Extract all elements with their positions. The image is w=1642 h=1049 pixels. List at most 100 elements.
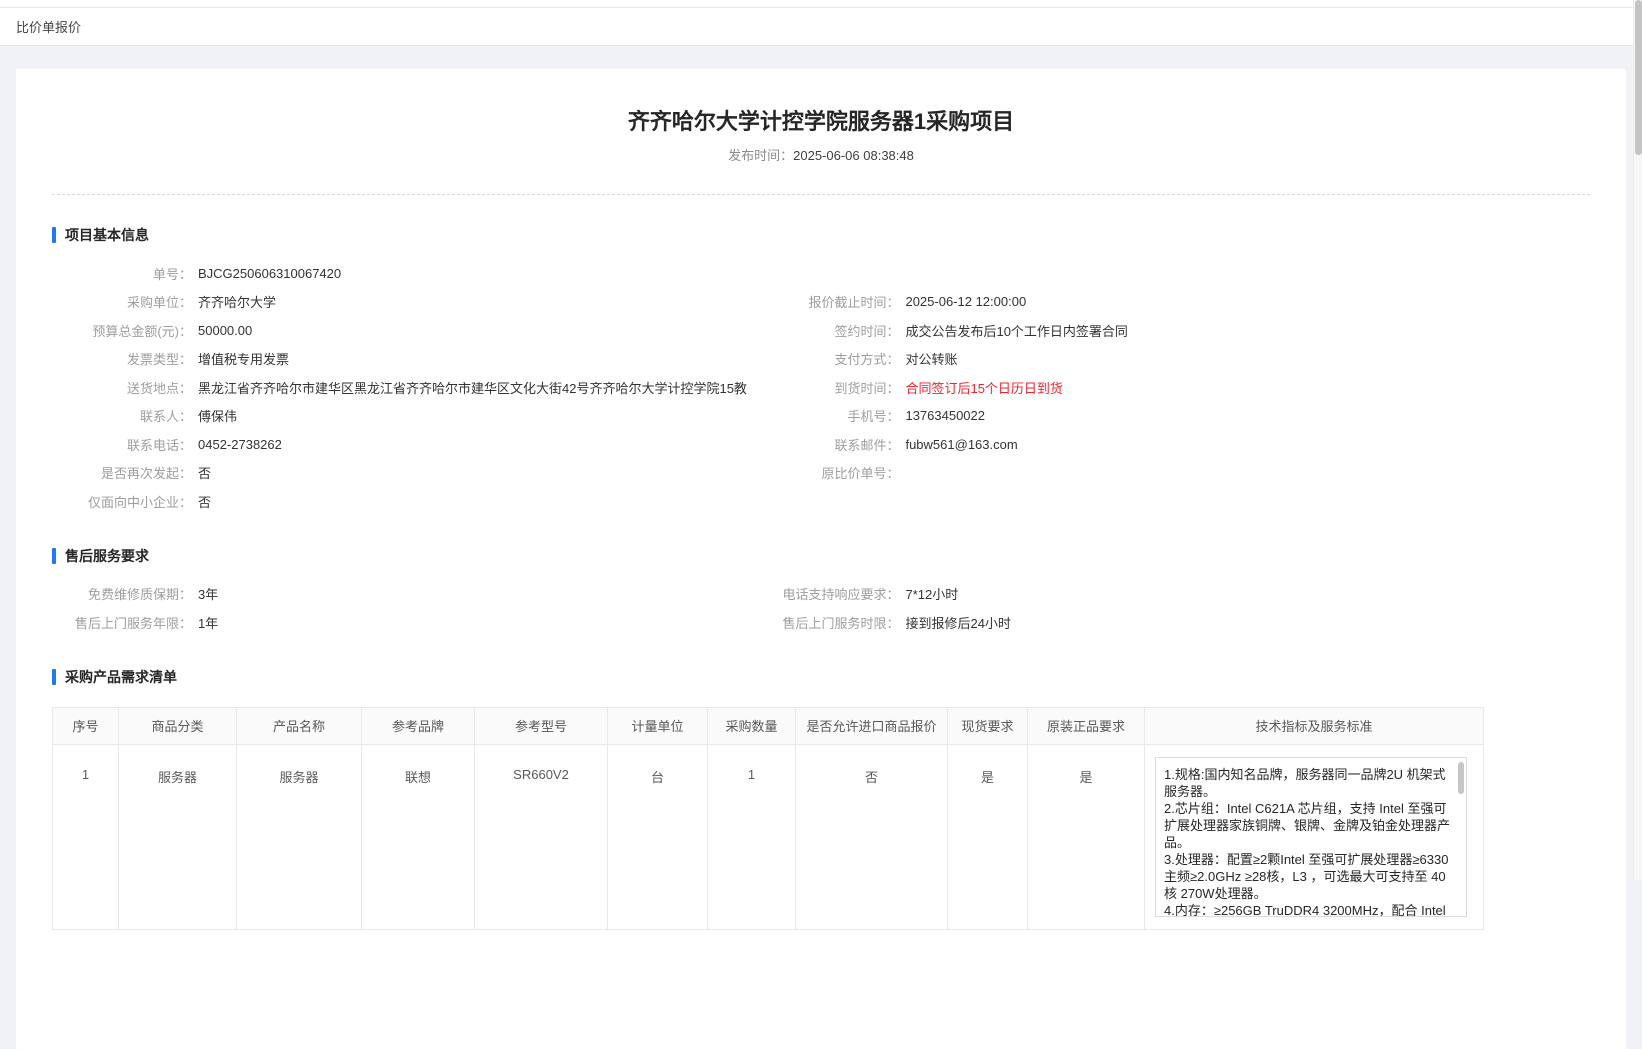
field-value: 接到报修后24小时 <box>905 613 1010 632</box>
cell-brand: 联想 <box>362 744 475 929</box>
field-value: 13763450022 <box>905 408 985 423</box>
field-value: fubw561@163.com <box>905 437 1017 452</box>
tech-spec-line: 1.规格:国内知名品牌，服务器同一品牌2U 机架式服务器。 <box>1164 766 1450 800</box>
table-header-cell: 原装正品要求 <box>1028 707 1145 744</box>
field-row-address-delivery: 送货地点： 黑龙江省齐齐哈尔市建华区黑龙江省齐齐哈尔市建华区文化大街42号齐齐哈尔… <box>52 373 1590 402</box>
tech-spec-line: 3.处理器：配置≥2颗Intel 至强可扩展处理器≥6330主频≥2.0GHz … <box>1164 851 1450 902</box>
field-label: 到货时间： <box>759 378 899 397</box>
field-label: 仅面向中小企业： <box>52 492 192 511</box>
cell-tech-specs: 1.规格:国内知名品牌，服务器同一品牌2U 机架式服务器。2.芯片组：Intel… <box>1145 744 1484 929</box>
field-value: 1年 <box>198 613 218 632</box>
field-value: 0452-2738262 <box>198 437 282 452</box>
field-value: 否 <box>198 463 211 482</box>
cell-seq: 1 <box>53 744 119 929</box>
field-label: 免费维修质保期： <box>52 584 192 603</box>
field-label: 预算总金额(元)： <box>52 321 192 340</box>
section-title-bar <box>52 548 56 564</box>
section-title-bar <box>52 227 56 243</box>
cell-category: 服务器 <box>119 744 237 929</box>
field-row-phone-email: 联系电话： 0452-2738262 联系邮件： fubw561@163.com <box>52 430 1590 459</box>
field-label: 电话支持响应要求： <box>759 584 899 603</box>
field-label: 联系电话： <box>52 435 192 454</box>
cell-product-name: 服务器 <box>237 744 362 929</box>
page-title: 齐齐哈尔大学计控学院服务器1采购项目 <box>52 107 1590 137</box>
section-after-sales-title: 售后服务要求 <box>52 546 1590 566</box>
cell-original-required: 是 <box>1028 744 1145 929</box>
field-label: 送货地点： <box>52 378 192 397</box>
field-row-onsite-service: 售后上门服务年限：1年 售后上门服务时限：接到报修后24小时 <box>52 608 1590 637</box>
field-value: 傅保伟 <box>198 406 237 425</box>
table-header-cell: 采购数量 <box>708 707 796 744</box>
field-label: 采购单位： <box>52 292 192 311</box>
field-label: 手机号： <box>759 406 899 425</box>
page-scrollbar-thumb[interactable] <box>1635 0 1642 155</box>
publish-time-value: 2025-06-06 08:38:48 <box>793 148 914 163</box>
publish-time: 发布时间：2025-06-06 08:38:48 <box>52 145 1590 164</box>
field-label: 联系邮件： <box>759 435 899 454</box>
tech-spec-line: 2.芯片组：Intel C621A 芯片组，支持 Intel 至强可扩展处理器家… <box>1164 800 1450 851</box>
field-value: 对公转账 <box>905 349 957 368</box>
table-header-cell: 现货要求 <box>948 707 1028 744</box>
field-row-reinitiated-originalno: 是否再次发起： 否 原比价单号： <box>52 459 1590 488</box>
table-header-cell: 序号 <box>53 707 119 744</box>
cell-import-allowed: 否 <box>796 744 948 929</box>
table-header-cell: 商品分类 <box>119 707 237 744</box>
field-value: 50000.00 <box>198 323 252 338</box>
dashed-divider <box>52 194 1590 195</box>
field-value: 7*12小时 <box>905 584 958 603</box>
field-label: 联系人： <box>52 406 192 425</box>
section-title-bar <box>52 669 56 685</box>
field-value: 成交公告发布后10个工作日内签署合同 <box>905 321 1127 340</box>
section-basic-info-title: 项目基本信息 <box>52 225 1590 245</box>
top-strip <box>0 0 1642 8</box>
field-row-sme-only: 仅面向中小企业： 否 <box>52 487 1590 516</box>
field-label: 是否再次发起： <box>52 463 192 482</box>
basic-info-grid: 单号： BJCG250606310067420 采购单位： 齐齐哈尔大学 报价截止时… <box>52 259 1590 516</box>
field-label: 报价截止时间： <box>759 292 899 311</box>
field-value: 黑龙江省齐齐哈尔市建华区黑龙江省齐齐哈尔市建华区文化大街42号齐齐哈尔大学计控学… <box>198 378 747 397</box>
page-content: 齐齐哈尔大学计控学院服务器1采购项目 发布时间：2025-06-06 08:38… <box>0 46 1642 1049</box>
field-value: 齐齐哈尔大学 <box>198 292 276 311</box>
breadcrumb: 比价单报价 <box>16 17 81 36</box>
field-row-contact-mobile: 联系人： 傅保伟 手机号： 13763450022 <box>52 402 1590 431</box>
table-row: 1 服务器 服务器 联想 SR660V2 台 1 否 是 是 1.规格:国内知名… <box>53 744 1484 929</box>
field-label: 发票类型： <box>52 349 192 368</box>
field-row-budget-signtime: 预算总金额(元)： 50000.00 签约时间： 成交公告发布后10个工作日内签署合… <box>52 316 1590 345</box>
section-title-text: 售后服务要求 <box>65 546 149 566</box>
table-header-cell: 产品名称 <box>237 707 362 744</box>
field-row-order-no: 单号： BJCG250606310067420 <box>52 259 1590 288</box>
table-header-cell: 计量单位 <box>608 707 708 744</box>
content-card: 齐齐哈尔大学计控学院服务器1采购项目 发布时间：2025-06-06 08:38… <box>16 69 1626 1049</box>
field-value-delivery-time: 合同签订后15个日历日到货 <box>905 378 1062 397</box>
table-header-cell: 参考型号 <box>475 707 608 744</box>
product-requirements-table: 序号商品分类产品名称参考品牌参考型号计量单位采购数量是否允许进口商品报价现货要求… <box>52 707 1484 930</box>
field-label: 签约时间： <box>759 321 899 340</box>
section-product-list-title: 采购产品需求清单 <box>52 667 1590 687</box>
table-header-cell: 参考品牌 <box>362 707 475 744</box>
field-row-purchaser-deadline: 采购单位： 齐齐哈尔大学 报价截止时间： 2025-06-12 12:00:00 <box>52 288 1590 317</box>
field-row-warranty-response: 免费维修质保期： 3年 电话支持响应要求： 7*12小时 <box>52 580 1590 609</box>
field-row-invoice-payment: 发票类型：增值税专用发票 支付方式：对公转账 <box>52 345 1590 374</box>
field-value: BJCG250606310067420 <box>198 266 341 281</box>
cell-unit: 台 <box>608 744 708 929</box>
field-label: 支付方式： <box>759 349 899 368</box>
tech-spec-scrollbox[interactable]: 1.规格:国内知名品牌，服务器同一品牌2U 机架式服务器。2.芯片组：Intel… <box>1155 757 1467 917</box>
cell-qty: 1 <box>708 744 796 929</box>
field-value: 3年 <box>198 584 218 603</box>
field-value: 2025-06-12 12:00:00 <box>905 294 1026 309</box>
publish-time-label: 发布时间： <box>728 148 793 163</box>
field-label: 原比价单号： <box>759 463 899 482</box>
field-label: 售后上门服务年限： <box>52 613 192 632</box>
tech-spec-line: 4.内存：≥256GB TruDDR4 3200MHz，配合 Intel 铂金处… <box>1164 902 1450 917</box>
after-sales-grid: 免费维修质保期：3年 电话支持响应要求：7*12小时 售后上门服务年限：1年 售… <box>52 580 1590 637</box>
table-header-cell: 是否允许进口商品报价 <box>796 707 948 744</box>
table-header-cell: 技术指标及服务标准 <box>1145 707 1484 744</box>
cell-in-stock: 是 <box>948 744 1028 929</box>
cell-model: SR660V2 <box>475 744 608 929</box>
tech-scrollbar-thumb[interactable] <box>1458 762 1464 794</box>
section-title-text: 项目基本信息 <box>65 225 149 245</box>
field-label: 单号： <box>52 264 192 283</box>
page-scrollbar[interactable] <box>1633 0 1642 880</box>
field-value: 否 <box>198 492 211 511</box>
table-header-row: 序号商品分类产品名称参考品牌参考型号计量单位采购数量是否允许进口商品报价现货要求… <box>53 707 1484 744</box>
